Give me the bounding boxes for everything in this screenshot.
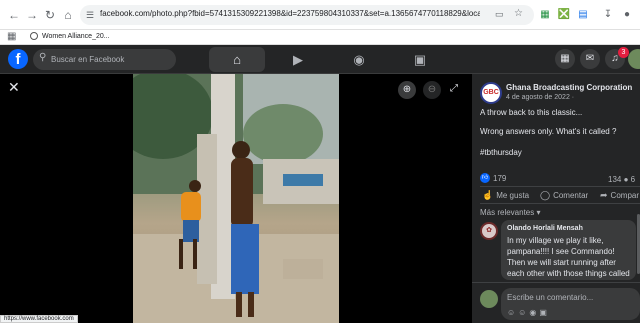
composer-tools: ☺☺◉▣ — [507, 308, 550, 317]
share-icon: ➦ — [600, 190, 608, 200]
messenger-icon[interactable]: ✉ — [580, 49, 600, 69]
bookmark-star-icon[interactable]: ☆ — [514, 8, 523, 19]
zoom-out-icon[interactable]: ⊖ — [423, 81, 441, 99]
comment-text: In my village we play it like, pampana!!… — [507, 236, 630, 278]
tab-groups[interactable]: ◉ — [331, 47, 387, 72]
photo-viewer: ✕ ⊕ ⊖ ⤢ https://www.facebook.com — [0, 74, 472, 323]
install-app-icon[interactable]: ▭ — [495, 9, 504, 20]
comment-icon: ◯ — [540, 190, 551, 200]
extension-icon-2[interactable]: ▤ — [575, 7, 591, 23]
facebook-header: f ⚲ Buscar en Facebook ⌂ ▶ ◉ ▣ ▦ ✉ ♫ 3 — [0, 45, 640, 74]
post-hashtag[interactable]: #tbthursday — [480, 148, 522, 157]
profile-icon[interactable]: ● — [619, 7, 635, 23]
chevron-down-icon: ▾ — [536, 208, 541, 217]
comment-button[interactable]: ◯ Comentar — [540, 190, 588, 201]
address-bar[interactable]: ☰ facebook.com/photo.php?fbid=5741315309… — [80, 5, 534, 25]
like-reaction-icon: 👍︎ — [480, 173, 490, 183]
url-text: facebook.com/photo.php?fbid=574131530922… — [100, 9, 480, 18]
sticker-icon[interactable]: ☺ — [507, 308, 518, 317]
photo-illustration — [133, 74, 339, 323]
comment-author[interactable]: Olando Horlali Mensah — [507, 225, 583, 232]
gif-icon[interactable]: ▣ — [539, 308, 550, 317]
commenter-avatar[interactable]: ✿ — [480, 222, 498, 240]
menu-grid-icon[interactable]: ▦ — [555, 49, 575, 69]
camera-icon[interactable]: ◉ — [529, 308, 539, 317]
share-button[interactable]: ➦ Compar — [600, 190, 639, 201]
like-icon: ☝ — [482, 190, 494, 200]
comment-bubble-icon: ● — [623, 175, 629, 184]
post-date[interactable]: 4 de agosto de 2022 · — [506, 94, 574, 101]
forward-icon[interactable]: → — [24, 7, 40, 23]
divider — [480, 203, 640, 204]
globe-icon — [30, 32, 38, 40]
comment-count[interactable]: 134 ● 6 — [608, 175, 635, 184]
reload-icon[interactable]: ↻ — [42, 7, 58, 23]
page-name[interactable]: Ghana Broadcasting Corporation — [506, 83, 632, 92]
account-avatar[interactable] — [628, 49, 640, 69]
tab-home[interactable]: ⌂ — [209, 47, 265, 72]
apps-grid-icon[interactable]: ▦ — [7, 31, 16, 42]
post-text-line-1: A throw back to this classic... — [480, 108, 583, 117]
divider — [480, 186, 640, 187]
zoom-in-icon[interactable]: ⊕ — [398, 81, 416, 99]
post-photo — [133, 74, 339, 323]
extension-icon[interactable]: ▦ — [537, 7, 553, 23]
site-info-icon[interactable]: ☰ — [86, 10, 96, 20]
search-icon: ⚲ — [39, 52, 47, 63]
back-icon[interactable]: ← — [6, 7, 22, 23]
tab-gaming[interactable]: ▣ — [392, 47, 448, 72]
comment-sort-dropdown[interactable]: Más relevantes ▾ — [480, 208, 541, 217]
notifications-icon[interactable]: ♫ 3 — [605, 47, 629, 69]
facebook-logo[interactable]: f — [8, 49, 28, 69]
tab-video[interactable]: ▶ — [270, 47, 326, 72]
bookmarks-bar: ▦ Women Alliance_20... — [0, 30, 640, 45]
browser-toolbar: ← → ↻ ⌂ ☰ facebook.com/photo.php?fbid=57… — [0, 0, 640, 30]
download-icon[interactable]: ↧ — [600, 7, 616, 23]
search-input[interactable]: ⚲ Buscar en Facebook — [33, 49, 176, 70]
close-icon[interactable]: ✕ — [8, 80, 20, 94]
my-avatar — [480, 290, 498, 308]
comment-input[interactable]: Escribe un comentario... ☺☺◉▣ — [501, 288, 640, 320]
like-button[interactable]: ☝ Me gusta — [482, 190, 529, 201]
emoji-icon[interactable]: ☺ — [518, 308, 529, 317]
comment-composer: Escribe un comentario... ☺☺◉▣ — [472, 282, 640, 323]
home-icon[interactable]: ⌂ — [60, 7, 76, 23]
fullscreen-icon[interactable]: ⤢ — [450, 83, 458, 94]
status-url: https://www.facebook.com — [0, 315, 78, 323]
comment-bubble: Olando Horlali Mensah In my village we p… — [501, 220, 636, 280]
post-text-line-2: Wrong answers only. What's it called ? — [480, 127, 617, 136]
post-side-panel: GBC Ghana Broadcasting Corporation 4 de … — [472, 74, 640, 323]
page-avatar[interactable]: GBC — [480, 82, 502, 104]
extension-puzzle-icon[interactable]: ❎ — [556, 7, 572, 23]
bookmark-item[interactable]: Women Alliance_20... — [30, 32, 110, 40]
